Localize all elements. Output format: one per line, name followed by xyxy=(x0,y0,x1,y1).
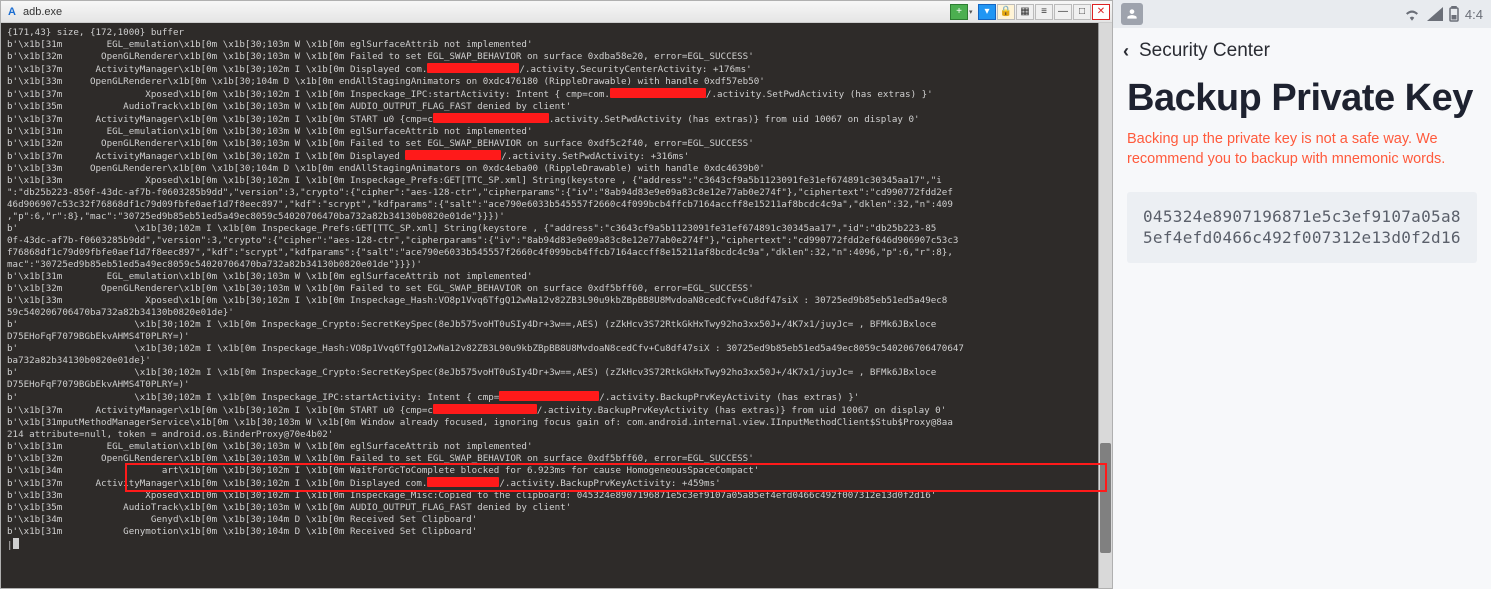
wifi-icon xyxy=(1403,7,1421,21)
log-line: b'\x1b[32m OpenGLRenderer\x1b[0m \x1b[30… xyxy=(7,453,1106,465)
log-line: b'\x1b[32m OpenGLRenderer\x1b[0m \x1b[30… xyxy=(7,283,1106,295)
log-line: b'\x1b[37m ActivityManager\x1b[0m \x1b[3… xyxy=(7,63,1106,76)
log-line: b'\x1b[31m EGL_emulation\x1b[0m \x1b[30;… xyxy=(7,39,1106,51)
back-button[interactable]: ‹ xyxy=(1123,41,1129,62)
redacted-text xyxy=(499,391,599,401)
grid-icon[interactable]: ▦ xyxy=(1016,4,1034,20)
private-key-card[interactable]: 045324e8907196871e5c3ef9107a05a85ef4efd0… xyxy=(1127,192,1477,263)
terminal-output[interactable]: {171,43} size, {172,1000} bufferb'\x1b[3… xyxy=(1,23,1112,588)
cursor xyxy=(13,538,19,549)
app-icon: A xyxy=(5,5,19,19)
log-line: mac":"30725ed9b85eb51ed5a49ec8059c540207… xyxy=(7,259,1106,271)
log-line: b'\x1b[35m AudioTrack\x1b[0m \x1b[30;103… xyxy=(7,502,1106,514)
terminal-window: A adb.exe + ▾ ▾ 🔒 ▦ ≡ — □ ✕ {171,43} siz… xyxy=(0,0,1113,589)
log-line: b'\x1b[32m OpenGLRenderer\x1b[0m \x1b[30… xyxy=(7,138,1106,150)
log-line: b'\x1b[34m art\x1b[0m \x1b[30;102m I \x1… xyxy=(7,465,1106,477)
redacted-text xyxy=(433,113,549,123)
settings-button[interactable]: ▾ xyxy=(978,4,996,20)
redacted-text xyxy=(610,88,706,98)
log-line: b' \x1b[30;102m I \x1b[0m Inspeckage_IPC… xyxy=(7,391,1106,404)
scroll-thumb[interactable] xyxy=(1100,443,1111,553)
log-line: b'\x1b[37m ActivityManager\x1b[0m \x1b[3… xyxy=(7,150,1106,163)
log-line: b'\x1b[31m EGL_emulation\x1b[0m \x1b[30;… xyxy=(7,126,1106,138)
log-line: b'\x1b[31mputMethodManagerService\x1b[0m… xyxy=(7,417,1106,429)
log-line: b' \x1b[30;102m I \x1b[0m Inspeckage_Pre… xyxy=(7,223,1106,235)
log-line: b'\x1b[34m Genyd\x1b[0m \x1b[30;104m D \… xyxy=(7,514,1106,526)
redacted-text xyxy=(405,150,501,160)
page-heading: Backup Private Key xyxy=(1127,78,1477,119)
log-line: b' \x1b[30;102m I \x1b[0m Inspeckage_Cry… xyxy=(7,319,1106,331)
log-line: b'\x1b[32m OpenGLRenderer\x1b[0m \x1b[30… xyxy=(7,51,1106,63)
warning-text: Backing up the private key is not a safe… xyxy=(1127,129,1477,170)
app-bar: ‹ Security Center xyxy=(1113,28,1491,74)
scrollbar[interactable] xyxy=(1098,23,1112,588)
notification-icon xyxy=(1121,3,1143,25)
prompt-line[interactable]: | xyxy=(7,538,1106,552)
redacted-text xyxy=(427,477,499,487)
status-time: 4:4 xyxy=(1465,7,1483,22)
close-button[interactable]: ✕ xyxy=(1092,4,1110,20)
phone-screen: 4:4 ‹ Security Center Backup Private Key… xyxy=(1113,0,1491,589)
log-line: b'\x1b[33m Xposed\x1b[0m \x1b[30;102m I … xyxy=(7,490,1106,502)
log-line: b'\x1b[31m EGL_emulation\x1b[0m \x1b[30;… xyxy=(7,441,1106,453)
log-line: b'\x1b[37m ActivityManager\x1b[0m \x1b[3… xyxy=(7,404,1106,417)
appbar-title: Security Center xyxy=(1139,40,1270,62)
log-line: b'\x1b[33m Xposed\x1b[0m \x1b[30;102m I … xyxy=(7,175,1106,187)
titlebar: A adb.exe + ▾ ▾ 🔒 ▦ ≡ — □ ✕ xyxy=(1,1,1112,23)
minimize-button[interactable]: — xyxy=(1054,4,1072,20)
battery-icon xyxy=(1449,6,1459,22)
log-line: 59c540206706470ba732a82b34130b0820e01de}… xyxy=(7,307,1106,319)
maximize-button[interactable]: □ xyxy=(1073,4,1091,20)
log-line: 214 attribute=null, token = android.os.B… xyxy=(7,429,1106,441)
log-line: ,"p":6,"r":8},"mac":"30725ed9b85eb51ed5a… xyxy=(7,211,1106,223)
log-line: f76868df1c79d09fbfe0aef1d7f8eec897","kdf… xyxy=(7,247,1106,259)
log-line: b'\x1b[33m Xposed\x1b[0m \x1b[30;102m I … xyxy=(7,295,1106,307)
new-tab-button[interactable]: + xyxy=(950,4,968,20)
log-line: 0f-43dc-af7b-f0603285b9dd","version":3,"… xyxy=(7,235,1106,247)
log-line: b'\x1b[33m OpenGLRenderer\x1b[0m \x1b[30… xyxy=(7,163,1106,175)
signal-icon xyxy=(1427,7,1443,21)
new-tab-dropdown[interactable]: ▾ xyxy=(969,8,977,16)
log-line: {171,43} size, {172,1000} buffer xyxy=(7,27,1106,39)
lock-icon[interactable]: 🔒 xyxy=(997,4,1015,20)
window-title: adb.exe xyxy=(23,6,62,18)
log-line: b'\x1b[35m AudioTrack\x1b[0m \x1b[30;103… xyxy=(7,101,1106,113)
log-line: 46d906907c53c32f76868df1c79d09fbfe0aef1d… xyxy=(7,199,1106,211)
list-icon[interactable]: ≡ xyxy=(1035,4,1053,20)
redacted-text xyxy=(427,63,519,73)
log-line: b'\x1b[37m ActivityManager\x1b[0m \x1b[3… xyxy=(7,477,1106,490)
log-line: b'\x1b[31m EGL_emulation\x1b[0m \x1b[30;… xyxy=(7,271,1106,283)
status-bar: 4:4 xyxy=(1113,0,1491,28)
log-line: b'\x1b[37m ActivityManager\x1b[0m \x1b[3… xyxy=(7,113,1106,126)
log-line: b' \x1b[30;102m I \x1b[0m Inspeckage_Has… xyxy=(7,343,1106,355)
log-line: ba732a82b34130b0820e01de}' xyxy=(7,355,1106,367)
log-line: b'\x1b[31m Genymotion\x1b[0m \x1b[30;104… xyxy=(7,526,1106,538)
log-line: b'\x1b[33m OpenGLRenderer\x1b[0m \x1b[30… xyxy=(7,76,1106,88)
log-line: b' \x1b[30;102m I \x1b[0m Inspeckage_Cry… xyxy=(7,367,1106,379)
redacted-text xyxy=(433,404,537,414)
log-line: D75EHoFqF7079BGbEkvAHMS4T0PLRY=)' xyxy=(7,379,1106,391)
log-line: ":"db25b223-850f-43dc-af7b-f0603285b9dd"… xyxy=(7,187,1106,199)
log-line: b'\x1b[37m Xposed\x1b[0m \x1b[30;102m I … xyxy=(7,88,1106,101)
log-line: D75EHoFqF7079BGbEkvAHMS4T0PLRY=)' xyxy=(7,331,1106,343)
